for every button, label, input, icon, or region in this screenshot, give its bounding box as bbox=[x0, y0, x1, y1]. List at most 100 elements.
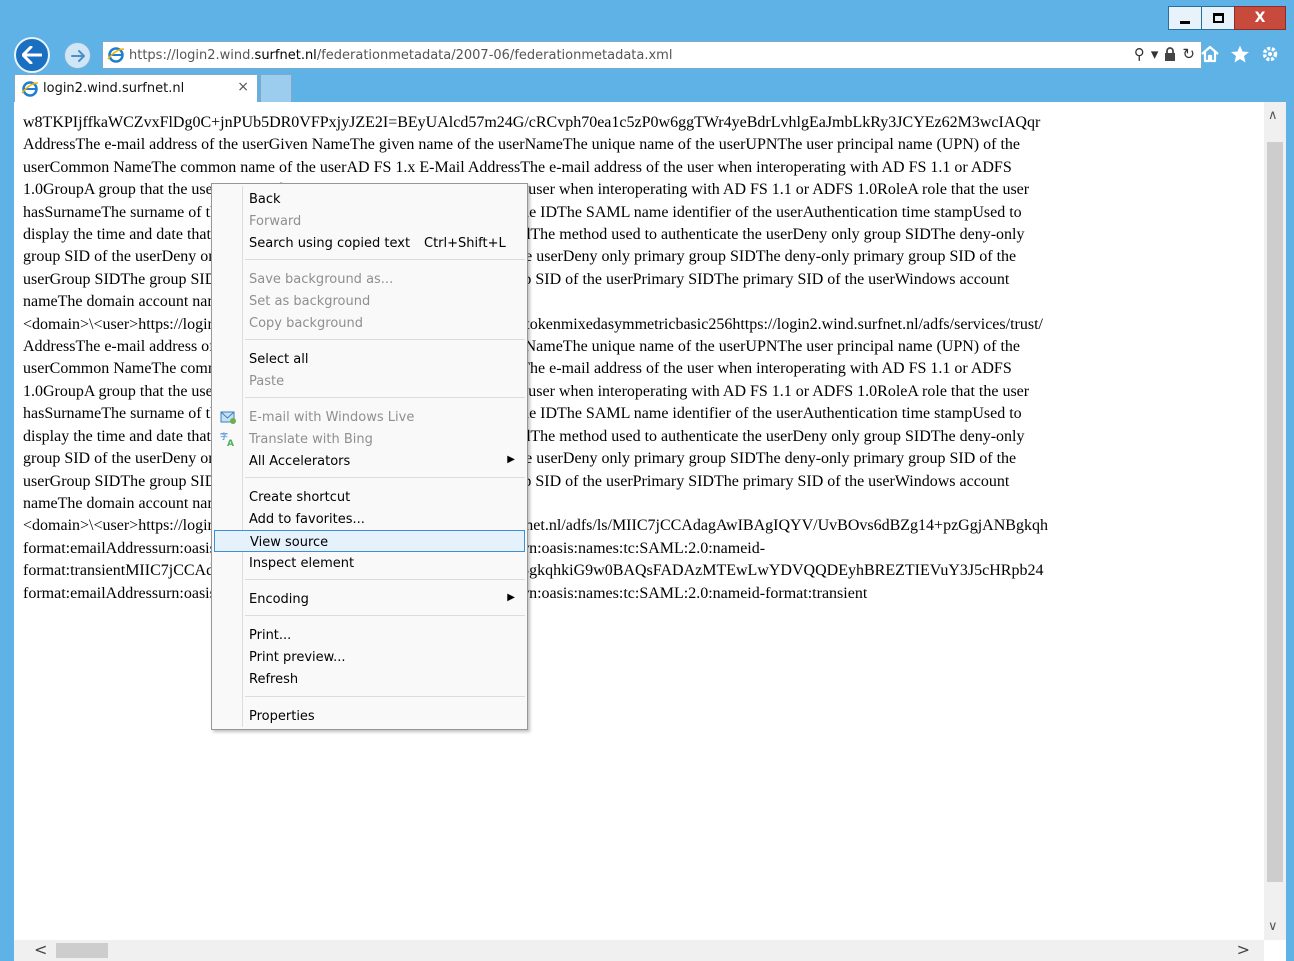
menu-item-select-all[interactable]: Select all bbox=[214, 348, 525, 370]
menu-item-label: Search using copied text bbox=[249, 236, 411, 251]
menu-item-label: Inspect element bbox=[249, 556, 355, 571]
url-path: /federationmetadata/2007-06/federationme… bbox=[316, 47, 673, 63]
lock-icon[interactable] bbox=[1164, 47, 1176, 61]
doc-line: display the time and date that the user … bbox=[23, 427, 1025, 445]
close-window-button[interactable]: X bbox=[1234, 6, 1286, 30]
menu-item-label: Paste bbox=[249, 374, 285, 389]
menu-item-label: Translate with Bing bbox=[249, 432, 373, 447]
menu-item-label: View source bbox=[250, 535, 329, 550]
doc-line: group SID of the userDeny only primary S… bbox=[23, 248, 1017, 266]
menu-item-label: Back bbox=[249, 192, 281, 207]
home-icon[interactable] bbox=[1200, 44, 1220, 64]
ie-tab-icon bbox=[21, 80, 39, 97]
context-menu: Back Forward Search using copied text Ctr… bbox=[211, 183, 528, 730]
menu-item-print[interactable]: Print... bbox=[214, 624, 525, 646]
menu-item-label: Copy background bbox=[249, 316, 363, 331]
doc-line: nameThe domain account name of the user … bbox=[23, 293, 391, 311]
svg-text:A: A bbox=[227, 439, 234, 447]
menu-item-copy-background[interactable]: Copy background bbox=[214, 312, 525, 334]
menu-item-set-background[interactable]: Set as background bbox=[214, 290, 525, 312]
doc-line: w8TKPIjffkaWCZvxFlDg0C+jnPUb5DR0VFPxjyJZ… bbox=[23, 114, 1041, 131]
close-icon: X bbox=[1254, 10, 1266, 26]
menu-item-back[interactable]: Back bbox=[214, 188, 525, 210]
menu-item-search-copied[interactable]: Search using copied text Ctrl+Shift+L bbox=[214, 232, 525, 254]
menu-item-refresh[interactable]: Refresh bbox=[214, 668, 525, 690]
menu-item-properties[interactable]: Properties bbox=[214, 705, 525, 727]
menu-item-label: Print... bbox=[249, 628, 292, 643]
window-controls: X bbox=[1168, 6, 1286, 30]
url-host: surfnet.nl bbox=[254, 47, 317, 63]
menu-item-email-live[interactable]: E-mail with Windows Live bbox=[214, 406, 525, 428]
menu-item-inspect-element[interactable]: Inspect element bbox=[214, 552, 525, 574]
toolbar-icons bbox=[1200, 40, 1280, 64]
navigation-bar: https://login2.wind.surfnet.nl/federatio… bbox=[14, 37, 1286, 73]
favorites-star-icon[interactable] bbox=[1230, 44, 1250, 64]
doc-line: hasSurnameThe surname of the userPPIDThe… bbox=[23, 203, 1022, 221]
menu-separator bbox=[245, 477, 525, 478]
menu-item-all-accelerators[interactable]: All Accelerators ▶ bbox=[214, 450, 525, 472]
menu-item-label: Forward bbox=[249, 214, 302, 229]
url-text: https://login2.wind.surfnet.nl/federatio… bbox=[129, 48, 672, 63]
menu-item-view-source[interactable]: View source bbox=[214, 530, 525, 552]
menu-item-label: Select all bbox=[249, 352, 309, 367]
menu-item-shortcut: Ctrl+Shift+L bbox=[424, 236, 506, 251]
menu-item-add-favorites[interactable]: Add to favorites... bbox=[214, 508, 525, 530]
forward-button[interactable] bbox=[64, 42, 91, 69]
minimize-icon bbox=[1180, 20, 1190, 24]
menu-item-paste[interactable]: Paste bbox=[214, 370, 525, 392]
menu-item-translate-bing[interactable]: 字A Translate with Bing bbox=[214, 428, 525, 450]
doc-line: 1.0GroupA group that the user is a membe… bbox=[23, 382, 1030, 400]
dropdown-icon[interactable]: ▾ bbox=[1151, 45, 1159, 63]
doc-line: AddressThe e-mail address of the userGiv… bbox=[23, 338, 1020, 356]
ie-page-icon bbox=[107, 47, 125, 63]
vertical-scroll-thumb[interactable] bbox=[1267, 142, 1283, 882]
doc-line: userCommon NameThe common name of the us… bbox=[23, 360, 1012, 378]
submenu-arrow-icon: ▶ bbox=[507, 592, 515, 603]
doc-line: format:emailAddressurn:oasis:names:tc:SA… bbox=[23, 538, 1259, 560]
scroll-down-icon[interactable]: ∨ bbox=[1268, 919, 1278, 934]
address-bar[interactable]: https://login2.wind.surfnet.nl/federatio… bbox=[102, 41, 1202, 69]
menu-separator bbox=[245, 259, 525, 260]
menu-item-label: Print preview... bbox=[249, 650, 346, 665]
menu-separator bbox=[245, 579, 525, 580]
minimize-button[interactable] bbox=[1168, 6, 1202, 30]
search-icon[interactable]: ⚲ bbox=[1134, 45, 1145, 63]
menu-item-label: Encoding bbox=[249, 592, 309, 607]
menu-item-save-background[interactable]: Save background as... bbox=[214, 268, 525, 290]
doc-line: nameThe domain account name of the user … bbox=[23, 494, 391, 512]
forward-arrow-icon bbox=[70, 49, 85, 62]
menu-separator bbox=[245, 339, 525, 340]
back-button[interactable] bbox=[14, 37, 50, 73]
menu-item-forward[interactable]: Forward bbox=[214, 210, 525, 232]
new-tab-button[interactable] bbox=[260, 74, 292, 102]
menu-item-encoding[interactable]: Encoding ▶ bbox=[214, 588, 525, 610]
scroll-left-icon[interactable]: < bbox=[34, 940, 47, 959]
scroll-up-icon[interactable]: ∧ bbox=[1268, 108, 1278, 123]
doc-line: display the time and date that the user … bbox=[23, 226, 1025, 244]
menu-item-label: E-mail with Windows Live bbox=[249, 410, 415, 425]
tab-close-icon[interactable]: × bbox=[237, 79, 249, 95]
horizontal-scroll-thumb[interactable] bbox=[56, 943, 108, 958]
doc-line: userGroup SIDThe group SID of the userPr… bbox=[23, 270, 1010, 288]
maximize-button[interactable] bbox=[1201, 6, 1235, 30]
scroll-right-icon[interactable]: > bbox=[1237, 940, 1250, 959]
horizontal-scrollbar[interactable]: < > bbox=[14, 940, 1264, 961]
menu-item-label: Refresh bbox=[249, 672, 299, 687]
settings-gear-icon[interactable] bbox=[1260, 44, 1280, 64]
tab-login2[interactable]: login2.wind.surfnet.nl × bbox=[14, 74, 258, 102]
doc-line: <domain>\<user>https://login2.wind.surfn… bbox=[23, 315, 1043, 333]
refresh-icon[interactable]: ↻ bbox=[1182, 45, 1195, 63]
menu-separator bbox=[245, 615, 525, 616]
vertical-scrollbar[interactable]: ∧ ∨ bbox=[1264, 102, 1286, 940]
browser-window: X https://login2.wind.surfnet.nl/federat… bbox=[0, 0, 1294, 961]
menu-item-label: Set as background bbox=[249, 294, 371, 309]
doc-line: format:emailAddressurn:oasis:names:tc:SA… bbox=[23, 583, 1259, 605]
menu-item-create-shortcut[interactable]: Create shortcut bbox=[214, 486, 525, 508]
translate-icon: 字A bbox=[220, 431, 234, 447]
page-content: w8TKPIjffkaWCZvxFlDg0C+jnPUb5DR0VFPxjyJZ… bbox=[14, 102, 1286, 961]
doc-line: userGroup SIDThe group SID of the userPr… bbox=[23, 472, 1010, 490]
menu-separator bbox=[245, 397, 525, 398]
back-arrow-icon bbox=[22, 46, 42, 64]
menu-item-print-preview[interactable]: Print preview... bbox=[214, 646, 525, 668]
tab-title: login2.wind.surfnet.nl bbox=[43, 81, 185, 96]
